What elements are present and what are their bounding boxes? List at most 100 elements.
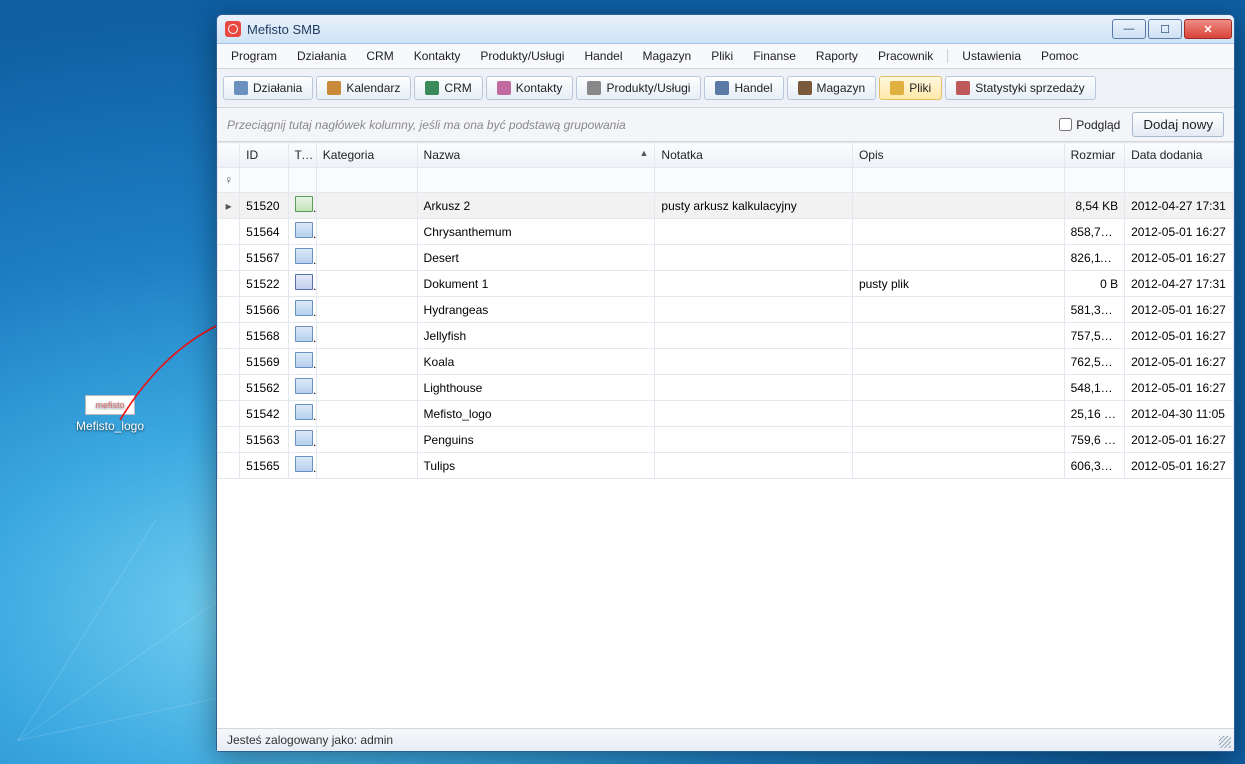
preview-checkbox-input[interactable] <box>1059 118 1072 131</box>
close-button[interactable]: ✕ <box>1184 19 1232 39</box>
cell-nazwa: Tulips <box>417 453 655 479</box>
resize-grip[interactable] <box>1219 736 1231 748</box>
file-type-icon <box>295 300 313 316</box>
cell-typ <box>288 349 316 375</box>
col-op[interactable]: Opis <box>852 143 1064 168</box>
table-row[interactable]: 51563Penguins759,6 KB2012-05-01 16:27 <box>218 427 1234 453</box>
cell-data: 2012-05-01 16:27 <box>1125 375 1234 401</box>
tab-label: Magazyn <box>817 81 866 95</box>
maximize-button[interactable]: ☐ <box>1148 19 1182 39</box>
cell-nazwa: Mefisto_logo <box>417 401 655 427</box>
titlebar[interactable]: Mefisto SMB — ☐ ✕ <box>217 15 1234 44</box>
table-row[interactable]: 51567Desert826,11 KB2012-05-01 16:27 <box>218 245 1234 271</box>
desktop-icon-mefisto-logo[interactable]: mefisto Mefisto_logo <box>75 395 145 433</box>
col-dat[interactable]: Data dodania <box>1125 143 1234 168</box>
tab-icon <box>798 81 812 95</box>
app-window: Mefisto SMB — ☐ ✕ ProgramDziałaniaCRMKon… <box>216 14 1235 752</box>
col-kat[interactable]: Kategoria <box>316 143 417 168</box>
add-new-button[interactable]: Dodaj nowy <box>1132 112 1224 137</box>
cell-data: 2012-05-01 16:27 <box>1125 323 1234 349</box>
cell-notatka: pusty arkusz kalkulacyjny <box>655 193 853 219</box>
tab-label: Kontakty <box>516 81 563 95</box>
menu-finanse[interactable]: Finanse <box>745 46 804 66</box>
cell-typ <box>288 245 316 271</box>
row-indicator <box>218 323 240 349</box>
cell-opis <box>852 245 1064 271</box>
desktop-icon-label: Mefisto_logo <box>75 419 145 433</box>
cell-notatka <box>655 349 853 375</box>
cell-rozmiar: 0 B <box>1064 271 1124 297</box>
menu-pracownik[interactable]: Pracownik <box>870 46 941 66</box>
table-row[interactable]: 51569Koala762,53 KB2012-05-01 16:27 <box>218 349 1234 375</box>
tab-kalendarz[interactable]: Kalendarz <box>316 76 411 100</box>
tab-label: CRM <box>444 81 471 95</box>
cell-data: 2012-05-01 16:27 <box>1125 453 1234 479</box>
tab-dzia-ania[interactable]: Działania <box>223 76 313 100</box>
cell-kat <box>316 271 417 297</box>
cell-notatka <box>655 297 853 323</box>
cell-notatka <box>655 401 853 427</box>
col-not[interactable]: Notatka <box>655 143 853 168</box>
table-row[interactable]: 51542Mefisto_logo25,16 KB2012-04-30 11:0… <box>218 401 1234 427</box>
cell-nazwa: Hydrangeas <box>417 297 655 323</box>
tab-kontakty[interactable]: Kontakty <box>486 76 574 100</box>
filter-row[interactable]: ♀ <box>218 168 1234 193</box>
menubar: ProgramDziałaniaCRMKontaktyProdukty/Usłu… <box>217 44 1234 69</box>
table-row[interactable]: 51568Jellyfish757,52 KB2012-05-01 16:27 <box>218 323 1234 349</box>
cell-kat <box>316 453 417 479</box>
preview-checkbox[interactable]: Podgląd <box>1059 118 1120 132</box>
menu-handel[interactable]: Handel <box>576 46 630 66</box>
cell-notatka <box>655 219 853 245</box>
menu-crm[interactable]: CRM <box>358 46 401 66</box>
minimize-button[interactable]: — <box>1112 19 1146 39</box>
col-indicator[interactable] <box>218 143 240 168</box>
menu-dzia-ania[interactable]: Działania <box>289 46 354 66</box>
col-roz[interactable]: Rozmiar <box>1064 143 1124 168</box>
col-id[interactable]: ID <box>240 143 288 168</box>
cell-data: 2012-05-01 16:27 <box>1125 349 1234 375</box>
menu-pomoc[interactable]: Pomoc <box>1033 46 1086 66</box>
cell-id: 51566 <box>240 297 288 323</box>
tab-produkty-us-ugi[interactable]: Produkty/Usługi <box>576 76 701 100</box>
cell-data: 2012-04-27 17:31 <box>1125 271 1234 297</box>
cell-rozmiar: 581,33 KB <box>1064 297 1124 323</box>
cell-typ <box>288 193 316 219</box>
table-row[interactable]: 51564Chrysanthemum858,78 KB2012-05-01 16… <box>218 219 1234 245</box>
tab-handel[interactable]: Handel <box>704 76 783 100</box>
cell-opis <box>852 375 1064 401</box>
group-panel[interactable]: Przeciągnij tutaj nagłówek kolumny, jeśl… <box>217 108 1234 142</box>
menu-pliki[interactable]: Pliki <box>703 46 741 66</box>
col-typ[interactable]: Typ <box>288 143 316 168</box>
table-row[interactable]: 51566Hydrangeas581,33 KB2012-05-01 16:27 <box>218 297 1234 323</box>
menu-magazyn[interactable]: Magazyn <box>634 46 699 66</box>
cell-rozmiar: 8,54 KB <box>1064 193 1124 219</box>
status-bar: Jesteś zalogowany jako: admin <box>217 728 1234 751</box>
menu-kontakty[interactable]: Kontakty <box>406 46 469 66</box>
cell-id: 51568 <box>240 323 288 349</box>
tab-pliki[interactable]: Pliki <box>879 76 942 100</box>
table-row[interactable]: 51565Tulips606,34 KB2012-05-01 16:27 <box>218 453 1234 479</box>
tab-statystyki-sprzeda-y[interactable]: Statystyki sprzedaży <box>945 76 1095 100</box>
menu-ustawienia[interactable]: Ustawienia <box>954 46 1029 66</box>
menu-raporty[interactable]: Raporty <box>808 46 866 66</box>
cell-notatka <box>655 375 853 401</box>
table-row[interactable]: 51522Dokument 1pusty plik0 B2012-04-27 1… <box>218 271 1234 297</box>
files-grid[interactable]: ID Typ Kategoria Nazwa▲ Notatka Opis Roz… <box>217 142 1234 728</box>
tab-icon <box>890 81 904 95</box>
filter-indicator-icon[interactable]: ♀ <box>218 168 240 193</box>
cell-rozmiar: 762,53 KB <box>1064 349 1124 375</box>
menu-produkty-us-ugi[interactable]: Produkty/Usługi <box>472 46 572 66</box>
cell-rozmiar: 548,12 KB <box>1064 375 1124 401</box>
cell-data: 2012-04-30 11:05 <box>1125 401 1234 427</box>
table-row[interactable]: ▸51520Arkusz 2pusty arkusz kalkulacyjny8… <box>218 193 1234 219</box>
menu-program[interactable]: Program <box>223 46 285 66</box>
cell-opis: pusty plik <box>852 271 1064 297</box>
tab-crm[interactable]: CRM <box>414 76 482 100</box>
col-naz[interactable]: Nazwa▲ <box>417 143 655 168</box>
file-type-icon <box>295 274 313 290</box>
table-row[interactable]: 51562Lighthouse548,12 KB2012-05-01 16:27 <box>218 375 1234 401</box>
row-indicator <box>218 219 240 245</box>
tab-magazyn[interactable]: Magazyn <box>787 76 877 100</box>
cell-id: 51569 <box>240 349 288 375</box>
cell-typ <box>288 427 316 453</box>
